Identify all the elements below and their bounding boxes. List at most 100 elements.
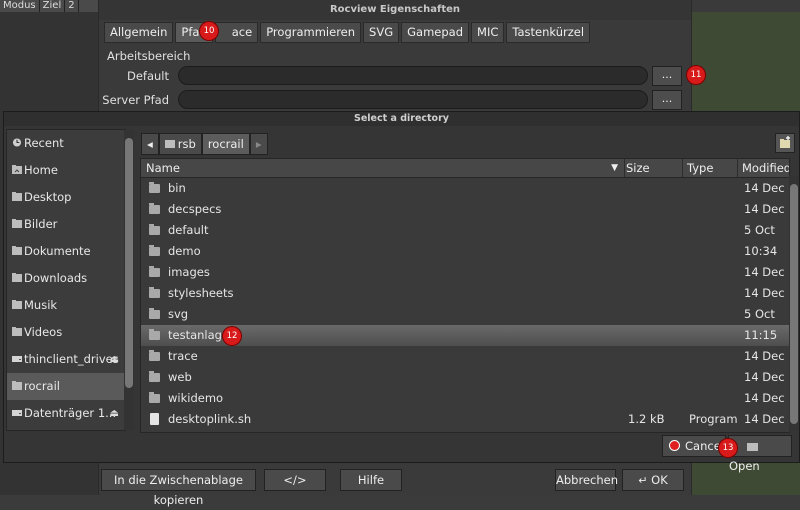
place-downloads[interactable]: Downloads <box>7 265 125 292</box>
place-recent[interactable]: Recent <box>7 130 125 157</box>
path-back-button[interactable]: ◂ <box>141 133 159 155</box>
code-button[interactable]: </> <box>264 469 326 491</box>
folder-icon <box>149 266 160 277</box>
place-label: Recent <box>24 136 64 150</box>
annotation-badge-11: 11 <box>687 66 705 84</box>
field-label-default: Default <box>126 69 169 83</box>
folder-icon <box>149 182 160 193</box>
path-crumb-rocrail[interactable]: rocrail <box>201 133 250 155</box>
column-size[interactable]: Size <box>621 159 683 177</box>
eject-icon[interactable]: ⏏ <box>110 400 119 427</box>
tab-tastenkuerzel[interactable]: Tastenkürzel <box>506 22 591 43</box>
path-crumb-rsb[interactable]: rsb <box>158 133 202 155</box>
create-folder-button[interactable] <box>775 133 795 153</box>
server-path-browse-button[interactable]: ... <box>652 90 682 110</box>
file-row-demo[interactable]: demo 10:34 <box>141 241 789 262</box>
cancel-props-button[interactable]: Abbrechen <box>555 469 618 491</box>
file-name: decspecs <box>168 202 222 216</box>
annotation-badge-10: 10 <box>200 22 218 40</box>
tab-allgemein[interactable]: Allgemein <box>104 22 174 43</box>
column-name[interactable]: Name ▼ <box>141 159 625 177</box>
drive-icon <box>12 410 22 416</box>
place-label: Desktop <box>24 190 72 204</box>
tab-gamepad[interactable]: Gamepad <box>401 22 470 43</box>
open-button[interactable]: Open <box>728 435 792 473</box>
toolbar-item-modus[interactable]: Modus <box>0 0 40 12</box>
file-row-decspecs[interactable]: decspecs 14 Dec <box>141 199 789 220</box>
field-label-server-pfad: Server Pfad <box>102 93 169 107</box>
place-bilder[interactable]: Bilder <box>7 211 125 238</box>
file-row-wikidemo[interactable]: wikidemo 14 Dec <box>141 388 789 409</box>
default-browse-button[interactable]: ... <box>652 66 682 86</box>
column-modified[interactable]: Modified <box>737 159 789 177</box>
folder-icon <box>149 392 160 403</box>
file-modified: 5 Oct <box>744 223 775 237</box>
place-desktop[interactable]: Desktop <box>7 184 125 211</box>
cancel-button[interactable]: Cancel <box>662 435 726 457</box>
file-row-stylesheets[interactable]: stylesheets 14 Dec <box>141 283 789 304</box>
folder-icon <box>149 329 160 340</box>
file-modified: 14 Dec <box>744 181 785 195</box>
tab-programmieren[interactable]: Programmieren <box>260 22 362 43</box>
tab-interface[interactable]: ace <box>214 22 259 43</box>
ok-button[interactable]: ↵ OK <box>622 469 684 491</box>
place-thinclient-drives[interactable]: thinclient_drives ⏏ <box>7 346 125 373</box>
place-home[interactable]: Home <box>7 157 125 184</box>
file-modified: 14 Dec <box>744 286 785 300</box>
tab-svg[interactable]: SVG <box>363 22 400 43</box>
place-musik[interactable]: Musik <box>7 292 125 319</box>
file-name: wikidemo <box>168 391 224 405</box>
file-row-testanlage[interactable]: testanlage 11:15 12 <box>141 325 789 346</box>
recent-icon <box>12 138 22 147</box>
folder-icon <box>12 219 22 228</box>
file-row-svg[interactable]: svg 5 Oct <box>141 304 789 325</box>
copy-to-clipboard-button[interactable]: In die Zwischenablage kopieren <box>101 469 256 507</box>
file-name: svg <box>168 307 189 321</box>
file-modified: 14 Dec <box>744 202 785 216</box>
place-videos[interactable]: Videos <box>7 319 125 346</box>
folder-icon <box>12 327 22 336</box>
file-row-desktoplink[interactable]: desktoplink.sh 1.2 kB Program 14 Dec <box>141 409 789 430</box>
tab-bar: Allgemein Pfad ace Programmieren SVG Gam… <box>104 22 591 43</box>
folder-icon <box>12 273 22 282</box>
home-folder-icon <box>12 165 22 174</box>
toolbar-item-2[interactable]: 2 <box>65 0 79 12</box>
column-name-label: Name <box>146 161 180 175</box>
place-label: Downloads <box>24 271 88 285</box>
file-row-images[interactable]: images 14 Dec <box>141 262 789 283</box>
cancel-icon <box>669 440 680 451</box>
chooser-title: Select a directory <box>4 112 799 126</box>
file-list: Name ▼ Size Type Modified bin 14 Dec decs… <box>140 158 790 433</box>
help-button[interactable]: Hilfe <box>340 469 402 491</box>
file-row-default[interactable]: default 5 Oct <box>141 220 789 241</box>
server-path-field[interactable] <box>178 90 648 109</box>
file-modified: 14 Dec <box>744 265 785 279</box>
place-dokumente[interactable]: Dokumente <box>7 238 125 265</box>
places-scrollbar-thumb[interactable] <box>125 138 133 388</box>
file-name: trace <box>168 349 198 363</box>
eject-icon[interactable]: ⏏ <box>110 346 119 373</box>
place-rocrail[interactable]: rocrail <box>7 373 125 400</box>
column-type[interactable]: Type <box>682 159 738 177</box>
file-row-web[interactable]: web 14 Dec <box>141 367 789 388</box>
sort-down-icon: ▼ <box>611 163 618 173</box>
default-path-field[interactable] <box>178 66 648 85</box>
tab-mic[interactable]: MIC <box>471 22 505 43</box>
folder-icon <box>149 203 160 214</box>
place-datentraeger[interactable]: Datenträger 1... ⏏ <box>7 400 125 427</box>
place-label: Musik <box>24 298 58 312</box>
file-list-scrollbar-thumb[interactable] <box>790 184 798 424</box>
script-file-icon <box>150 413 159 425</box>
new-folder-icon <box>780 136 790 148</box>
file-row-trace[interactable]: trace 14 Dec <box>141 346 789 367</box>
path-forward-button[interactable]: ▸ <box>249 133 268 155</box>
file-modified: 14 Dec <box>744 349 785 363</box>
place-label: Home <box>24 163 58 177</box>
file-modified: 11:15 <box>744 328 778 342</box>
dialog-title: Rocview Eigenschaften <box>99 0 691 20</box>
background-app-right-top <box>688 0 800 12</box>
drive-icon <box>12 356 22 362</box>
toolbar-item-ziel[interactable]: Ziel <box>40 0 66 12</box>
file-row-bin[interactable]: bin 14 Dec <box>141 178 789 199</box>
file-name: images <box>168 265 210 279</box>
